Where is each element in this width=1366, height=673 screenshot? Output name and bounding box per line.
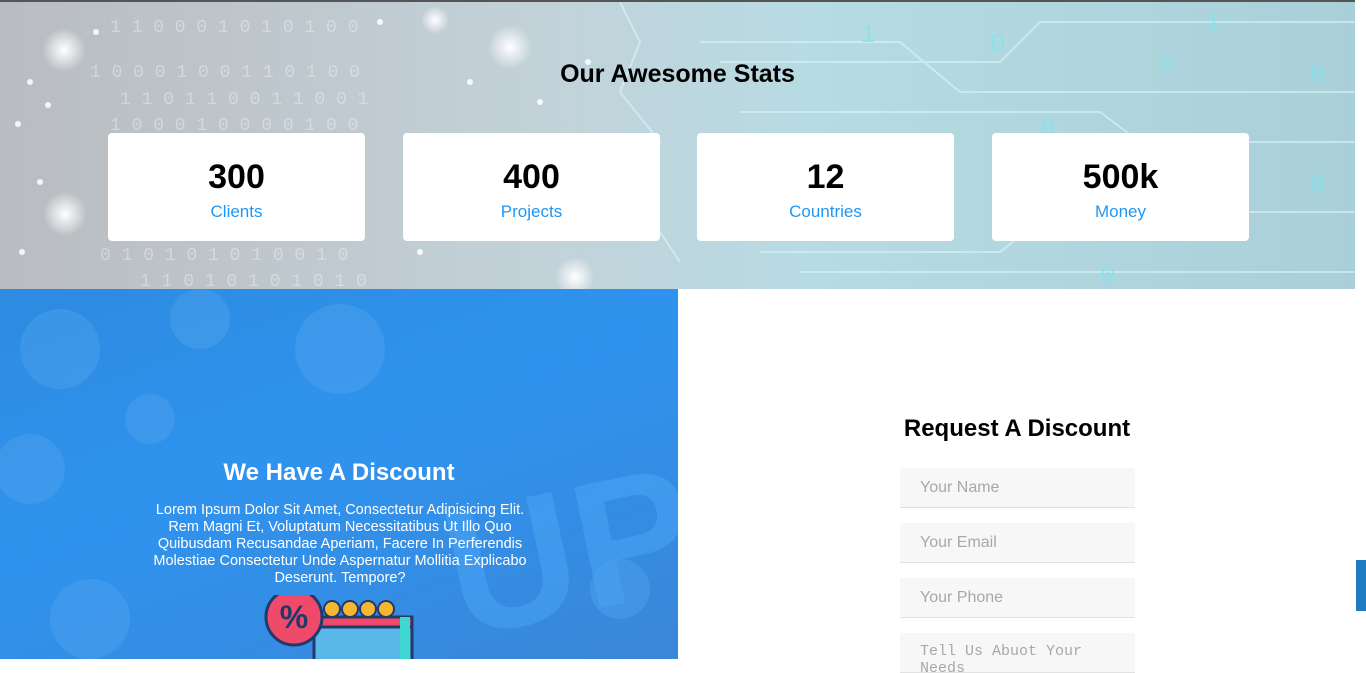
request-discount-form: Request A Discount [678, 289, 1366, 673]
svg-text:1: 1 [1205, 8, 1221, 38]
svg-text:1: 1 [860, 20, 876, 50]
stat-card-countries: 12 Countries [697, 133, 954, 241]
discount-coupon-illustration: % [264, 595, 414, 659]
discount-title: We Have A Discount [223, 459, 455, 486]
phone-input[interactable] [900, 578, 1135, 618]
discount-description: Lorem Ipsum Dolor Sit Amet, Consectetur … [153, 502, 527, 586]
scroll-to-top-button[interactable] [1356, 560, 1366, 611]
stat-number: 400 [503, 158, 560, 196]
stat-label: Projects [500, 202, 563, 221]
stat-number: 500k [1082, 158, 1159, 196]
stat-card-money: 500k Money [992, 133, 1249, 241]
svg-text:0: 0 [990, 30, 1006, 60]
name-input[interactable] [900, 468, 1135, 508]
stat-card-projects: 400 Projects [403, 133, 660, 241]
stats-title: Our Awesome Stats [560, 60, 795, 88]
svg-text:1 1 0 1 1 0 0 1 1 0 0 1: 1 1 0 1 1 0 0 1 1 0 0 1 [120, 90, 368, 110]
stat-card-clients: 300 Clients [108, 133, 365, 241]
svg-text:0: 0 [1100, 260, 1116, 289]
stat-label: Clients [210, 202, 263, 221]
svg-text:%: % [280, 599, 308, 635]
discount-section: UP T We Have A Discount Lorem Ipsum Dolo… [0, 289, 678, 659]
stats-section: 1 1 0 0 0 1 0 1 0 1 0 0 1 0 0 0 1 0 0 1 … [0, 0, 1355, 289]
svg-text:1 1 0 1 0 1 0 1 0 1 0: 1 1 0 1 0 1 0 1 0 1 0 [140, 272, 367, 289]
page-gutter [1355, 0, 1366, 289]
svg-text:1 1 0 0 0 1 0 1 0 1 0 0: 1 1 0 0 0 1 0 1 0 1 0 0 [110, 18, 358, 38]
form-title: Request A Discount [903, 415, 1131, 442]
email-input[interactable] [900, 523, 1135, 563]
stat-number: 12 [806, 158, 845, 196]
stat-label: Countries [789, 202, 862, 221]
svg-text:0 1 0 1 0 1 0 1 0 0 1 0: 0 1 0 1 0 1 0 1 0 0 1 0 [100, 246, 348, 266]
message-textarea[interactable] [900, 633, 1135, 673]
svg-text:0: 0 [1310, 170, 1326, 200]
stat-label: Money [1094, 202, 1147, 221]
stat-number: 300 [208, 158, 265, 196]
